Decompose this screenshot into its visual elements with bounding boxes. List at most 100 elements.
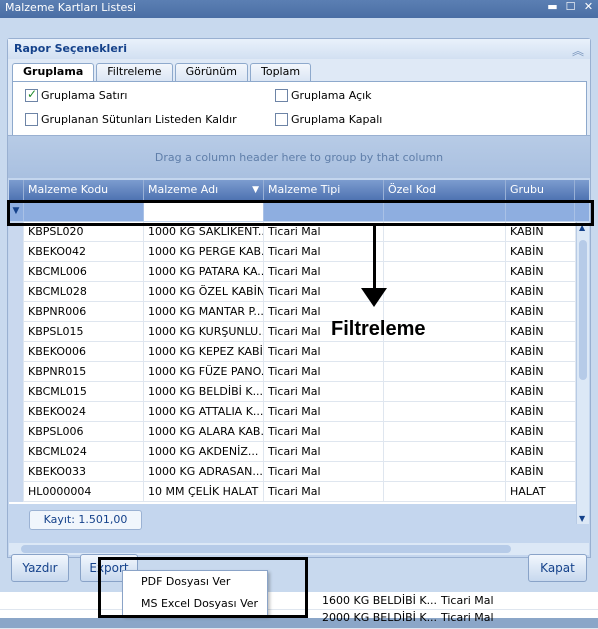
table-cell[interactable] [384,462,506,482]
table-cell[interactable]: KABİN [506,302,576,322]
table-cell[interactable]: 1000 KG MANTAR P... [144,302,264,322]
tab-toplam[interactable]: Toplam [249,63,312,81]
table-cell[interactable]: KABİN [506,462,576,482]
table-row[interactable]: KBPSL015 1000 KG KURŞUNLU... Ticari Mal KAB… [9,322,576,342]
table-cell[interactable]: KABİN [506,382,576,402]
table-cell[interactable]: KBEKO042 [24,242,144,262]
table-cell[interactable]: KABİN [506,362,576,382]
table-cell[interactable]: KBCML024 [24,442,144,462]
row-indicator[interactable] [9,462,24,482]
table-cell[interactable]: KBCML015 [24,382,144,402]
close-icon[interactable]: ✕ [581,1,596,15]
table-cell[interactable] [384,382,506,402]
scrollbar-thumb[interactable] [579,240,587,380]
table-cell[interactable]: 1000 KG ADRASAN... [144,462,264,482]
row-indicator[interactable] [9,362,24,382]
table-cell[interactable]: 1000 KG AKDENİZ... [144,442,264,462]
table-cell[interactable]: Ticari Mal [264,362,384,382]
table-row[interactable]: KBPNR015 1000 KG FÜZE PANO... Ticari Mal KA… [9,362,576,382]
table-cell[interactable]: 1000 KG KEPEZ KABİN [144,342,264,362]
table-cell[interactable]: 1000 KG FÜZE PANO... [144,362,264,382]
row-indicator[interactable] [9,442,24,462]
table-cell[interactable]: KABİN [506,262,576,282]
table-cell[interactable]: 1000 KG PATARA KA... [144,262,264,282]
table-cell[interactable]: Ticari Mal [264,342,384,362]
table-cell[interactable]: KBPNR015 [24,362,144,382]
table-row[interactable]: KBEKO042 1000 KG PERGE KAB... Ticari Mal KA… [9,242,576,262]
table-cell[interactable] [384,242,506,262]
remove-grouped-columns-checkbox[interactable]: Gruplanan Sütunları Listeden Kaldır [25,113,237,126]
row-indicator[interactable] [9,262,24,282]
row-indicator[interactable] [9,302,24,322]
table-cell[interactable]: Ticari Mal [264,242,384,262]
tab-filtreleme[interactable]: Filtreleme [96,63,173,81]
table-cell[interactable]: KABİN [506,242,576,262]
table-cell[interactable]: KBPNR006 [24,302,144,322]
table-cell[interactable]: Ticari Mal [264,262,384,282]
table-row[interactable]: KBCML028 1000 KG ÖZEL KABİN Ticari Mal KABİ… [9,282,576,302]
column-header-code[interactable]: Malzeme Kodu [24,180,144,201]
table-cell[interactable]: KBCML028 [24,282,144,302]
column-header-special-code[interactable]: Özel Kod [384,180,506,201]
table-row[interactable]: KBEKO033 1000 KG ADRASAN... Ticari Mal KABİ… [9,462,576,482]
table-cell[interactable]: 1000 KG BELDİBİ K... [144,382,264,402]
checkbox-checked-icon[interactable] [25,87,38,102]
table-cell[interactable]: HALAT [506,482,576,502]
column-header-name[interactable]: Malzeme Adı ▼ [144,180,264,201]
table-cell[interactable]: 10 MM ÇELİK HALAT [144,482,264,502]
table-row[interactable]: KBCML024 1000 KG AKDENİZ... Ticari Mal KABİ… [9,442,576,462]
checkbox-icon[interactable] [275,89,288,102]
checkbox-icon[interactable] [275,113,288,126]
table-cell[interactable]: Ticari Mal [264,402,384,422]
table-cell[interactable]: 1000 KG PERGE KAB... [144,242,264,262]
table-cell[interactable]: Ticari Mal [264,442,384,462]
scroll-down-icon[interactable]: ▼ [579,514,585,523]
close-button[interactable]: Kapat [528,554,587,582]
table-cell[interactable]: KBEKO024 [24,402,144,422]
row-indicator[interactable] [9,322,24,342]
table-cell[interactable]: KABİN [506,322,576,342]
table-cell[interactable] [384,362,506,382]
table-row[interactable]: HL0000004 10 MM ÇELİK HALAT Ticari Mal HALA… [9,482,576,502]
table-cell[interactable] [384,442,506,462]
table-cell[interactable]: KABİN [506,402,576,422]
table-cell[interactable]: KBEKO006 [24,342,144,362]
column-header-type[interactable]: Malzeme Tipi [264,180,384,201]
minimize-icon[interactable]: ▬ [545,1,560,15]
table-row[interactable]: KBPSL006 1000 KG ALARA KAB... Ticari Mal KA… [9,422,576,442]
table-row[interactable]: KBCML015 1000 KG BELDİBİ K... Ticari Mal KA… [9,382,576,402]
column-header-group[interactable]: Grubu [506,180,575,201]
table-cell[interactable] [384,282,506,302]
table-cell[interactable]: KABİN [506,442,576,462]
table-cell[interactable] [384,422,506,442]
group-row-checkbox[interactable]: Gruplama Satırı [25,87,127,102]
tab-gorunum[interactable]: Görünüm [174,63,248,81]
table-cell[interactable]: 1000 KG KURŞUNLU... [144,322,264,342]
table-cell[interactable]: HL0000004 [24,482,144,502]
maximize-icon[interactable]: ☐ [563,1,578,15]
table-cell[interactable]: Ticari Mal [264,422,384,442]
scrollbar-thumb[interactable] [21,545,511,553]
row-indicator[interactable] [9,482,24,502]
group-open-checkbox[interactable]: Gruplama Açık [275,89,372,102]
group-closed-checkbox[interactable]: Gruplama Kapalı [275,113,382,126]
table-row[interactable]: KBEKO006 1000 KG KEPEZ KABİN Ticari Mal KAB… [9,342,576,362]
tab-gruplama[interactable]: Gruplama [12,63,95,83]
table-cell[interactable]: KBPSL006 [24,422,144,442]
print-button[interactable]: Yazdır [11,554,69,582]
table-row[interactable]: KBPNR006 1000 KG MANTAR P... Ticari Mal KAB… [9,302,576,322]
vertical-scrollbar[interactable]: ▲ ▼ [576,222,589,524]
row-indicator[interactable] [9,382,24,402]
row-indicator[interactable] [9,342,24,362]
group-by-area[interactable]: Drag a column header here to group by th… [8,136,590,178]
table-cell[interactable]: KBEKO033 [24,462,144,482]
row-indicator[interactable] [9,422,24,442]
row-indicator[interactable] [9,242,24,262]
table-row[interactable]: KBEKO024 1000 KG ATTALIA K... Ticari Mal KA… [9,402,576,422]
table-cell[interactable]: KABİN [506,282,576,302]
row-indicator[interactable] [9,282,24,302]
table-cell[interactable]: 1000 KG ÖZEL KABİN [144,282,264,302]
table-cell[interactable]: KBPSL015 [24,322,144,342]
table-cell[interactable]: 1000 KG ATTALIA K... [144,402,264,422]
table-row[interactable]: KBCML006 1000 KG PATARA KA... Ticari Mal KA… [9,262,576,282]
